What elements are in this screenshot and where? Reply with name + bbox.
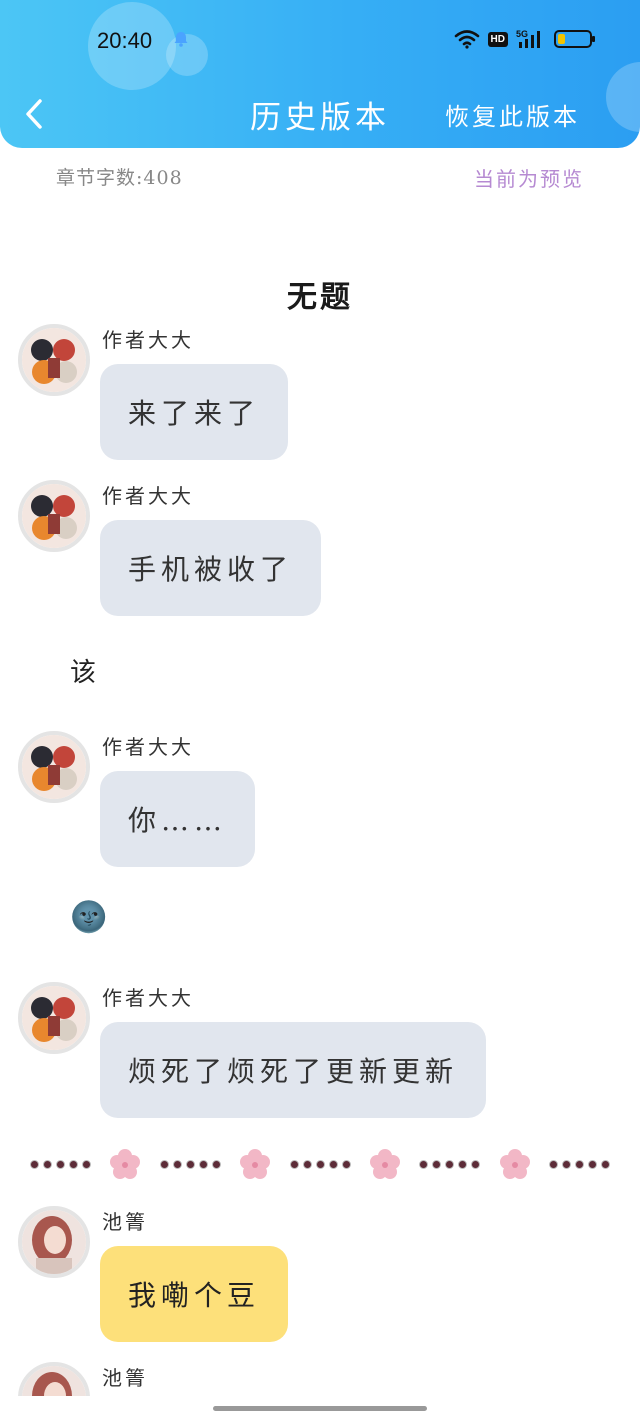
divider-dots	[30, 1159, 91, 1169]
narration-text: 该	[70, 658, 97, 688]
character-avatar[interactable]	[18, 1362, 90, 1396]
sender-name: 作者大大	[102, 986, 194, 1010]
chat-message: 作者大大 来了来了	[18, 324, 618, 464]
author-avatar[interactable]	[18, 480, 90, 552]
status-icons: HD 5G	[454, 28, 595, 50]
sender-name: 池箐	[102, 1210, 148, 1234]
status-time: 20:40	[97, 28, 153, 53]
preview-label: 当前为预览	[474, 167, 584, 191]
flower-divider	[30, 1146, 610, 1182]
author-avatar[interactable]	[18, 324, 90, 396]
author-avatar[interactable]	[18, 982, 90, 1054]
divider-dots	[159, 1159, 221, 1169]
sender-name: 池箐	[102, 1366, 148, 1390]
divider-dots	[289, 1159, 351, 1169]
chat-message: 池箐	[18, 1362, 618, 1396]
divider-dots	[549, 1159, 610, 1169]
word-count: 章节字数:408	[56, 167, 183, 189]
chat-message: 作者大大 你……	[18, 731, 618, 871]
battery-icon	[554, 30, 595, 48]
divider-dots	[419, 1159, 481, 1169]
sender-name: 作者大大	[102, 484, 194, 508]
wifi-icon	[454, 30, 479, 49]
chat-message: 池箐 我嘞个豆	[18, 1206, 618, 1346]
moon-emoji: 🌚	[70, 900, 108, 935]
chapter-title: 无题	[287, 280, 353, 315]
network-type: 5G	[516, 29, 528, 39]
restore-version-button[interactable]: 恢复此版本	[445, 97, 580, 132]
character-avatar[interactable]	[18, 1206, 90, 1278]
message-bubble: 来了来了	[100, 364, 289, 460]
chat-message: 作者大大 烦死了烦死了更新更新	[18, 982, 618, 1122]
home-indicator[interactable]	[213, 1406, 427, 1411]
message-bubble: 手机被收了	[100, 520, 322, 616]
message-bubble: 我嘞个豆	[100, 1246, 289, 1342]
cellular-signal-icon: 5G	[516, 29, 540, 48]
app-header: 20:40 HD 5G 历史版本 恢复此版本	[0, 0, 640, 148]
flower-icon	[240, 1149, 271, 1179]
author-avatar[interactable]	[18, 731, 90, 803]
message-bubble: 你……	[100, 771, 256, 867]
sender-name: 作者大大	[102, 328, 194, 352]
flower-icon	[369, 1149, 400, 1179]
sender-name: 作者大大	[102, 735, 194, 759]
flower-icon	[499, 1149, 530, 1179]
chat-message: 作者大大 手机被收了	[18, 480, 618, 620]
notification-bell-icon	[174, 32, 188, 47]
hd-badge: HD	[487, 31, 508, 47]
message-bubble: 烦死了烦死了更新更新	[100, 1022, 487, 1118]
flower-icon	[110, 1149, 141, 1179]
